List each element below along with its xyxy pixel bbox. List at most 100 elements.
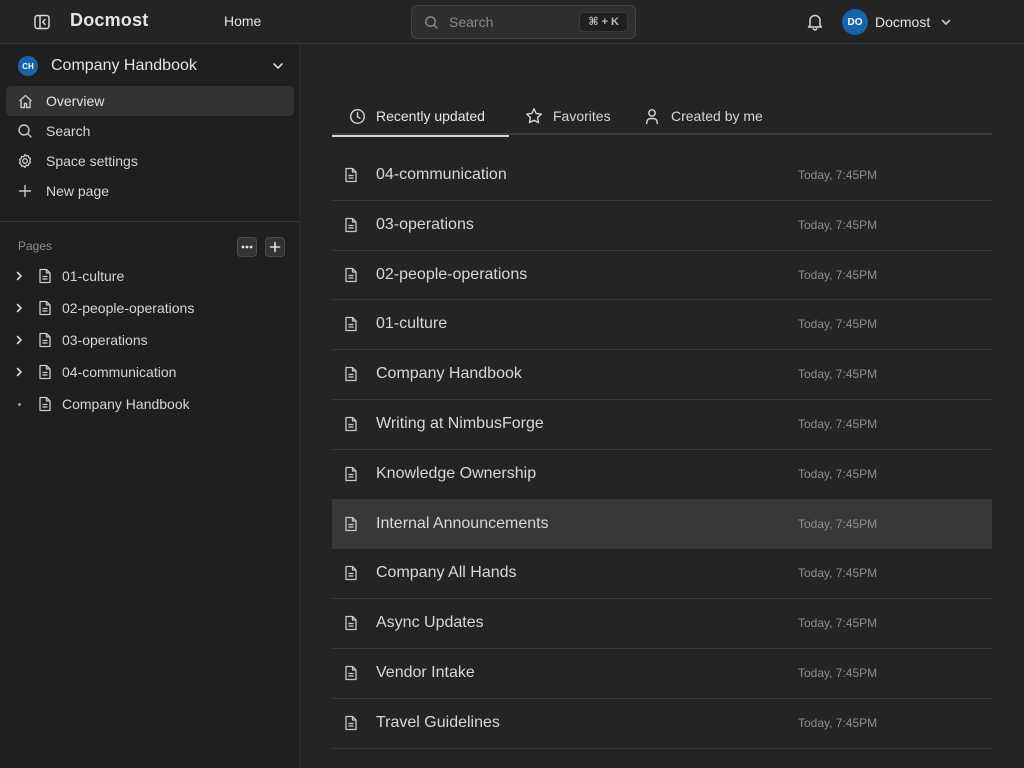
notifications-bell-icon[interactable] <box>806 12 824 31</box>
tree-item[interactable]: Company Handbook <box>10 388 295 420</box>
pages-more-button[interactable] <box>237 237 257 257</box>
search-icon <box>424 15 439 30</box>
page-updated-time: Today, 7:45PM <box>798 715 878 730</box>
tree-item-label: Company Handbook <box>62 396 190 412</box>
search-button[interactable]: Search ⌘ + K <box>411 5 636 39</box>
tree-item[interactable]: 04-communication <box>10 356 295 388</box>
page-updated-time: Today, 7:45PM <box>798 317 878 332</box>
document-icon <box>344 416 358 432</box>
tree-item-label: 04-communication <box>62 364 177 380</box>
gear-icon <box>16 152 34 170</box>
clock-icon <box>348 107 366 125</box>
page-row[interactable]: Async Updates Today, 7:45PM <box>332 599 992 649</box>
page-row[interactable]: Company All Hands Today, 7:45PM <box>332 549 992 600</box>
top-header: Docmost Home Search ⌘ + K DO Docmost <box>0 0 1024 44</box>
page-title: Knowledge Ownership <box>376 464 537 482</box>
page-title: Company All Hands <box>376 564 517 582</box>
page-title: 02-people-operations <box>376 265 528 283</box>
document-icon <box>344 665 358 681</box>
page-title: 03-operations <box>376 215 474 233</box>
plus-icon <box>16 182 34 200</box>
more-dots-icon <box>241 245 253 249</box>
chevron-right-icon[interactable] <box>10 363 28 381</box>
tree-item[interactable]: 01-culture <box>10 260 295 292</box>
plus-icon <box>269 241 281 253</box>
page-updated-time: Today, 7:45PM <box>798 566 878 581</box>
home-link[interactable]: Home <box>224 13 261 29</box>
nav-item-label: Overview <box>46 93 105 109</box>
nav-item-overview[interactable]: Overview <box>6 86 294 116</box>
page-updated-time: Today, 7:45PM <box>798 466 878 481</box>
page-row[interactable]: 01-culture Today, 7:45PM <box>332 300 992 351</box>
page-row[interactable]: Writing at NimbusForge Today, 7:45PM <box>332 400 992 450</box>
page-updated-time: Today, 7:45PM <box>798 616 878 631</box>
page-row[interactable]: Travel Guidelines Today, 7:45PM <box>332 699 992 749</box>
document-icon <box>344 565 358 581</box>
brand-logo[interactable]: Docmost <box>70 10 148 31</box>
space-switcher[interactable]: CH Company Handbook <box>18 54 288 78</box>
document-icon <box>344 316 358 332</box>
page-updated-time: Today, 7:45PM <box>798 367 878 382</box>
page-tree: 01-culture 02-people-operations 03-opera… <box>10 260 295 420</box>
space-nav: Overview Search Space settings New page <box>6 86 294 206</box>
pages-label: Pages <box>18 239 53 253</box>
document-icon <box>344 217 358 233</box>
document-icon <box>344 366 358 382</box>
leaf-dot-icon <box>10 395 28 413</box>
nav-item-label: New page <box>46 183 110 199</box>
page-updated-time: Today, 7:45PM <box>798 168 878 182</box>
page-title: Writing at NimbusForge <box>376 414 544 432</box>
user-menu[interactable]: DO Docmost <box>842 9 952 35</box>
tab-favorites[interactable]: Favorites <box>509 97 631 135</box>
document-icon <box>344 267 358 283</box>
chevron-right-icon[interactable] <box>10 299 28 317</box>
document-icon <box>344 466 358 482</box>
page-row[interactable]: Knowledge Ownership Today, 7:45PM <box>332 450 992 500</box>
tree-item[interactable]: 02-people-operations <box>10 292 295 324</box>
document-icon <box>344 516 358 532</box>
tab-created-by-me[interactable]: Created by me <box>631 97 779 135</box>
document-icon <box>36 331 54 349</box>
page-title: 01-culture <box>376 315 448 333</box>
sidebar-divider <box>0 221 300 222</box>
page-updated-time: Today, 7:45PM <box>798 416 878 431</box>
nav-item-label: Search <box>46 123 91 139</box>
chevron-right-icon[interactable] <box>10 267 28 285</box>
page-updated-time: Today, 7:45PM <box>798 217 878 232</box>
chevron-down-icon <box>940 16 952 28</box>
pages-section-header: Pages <box>18 237 286 257</box>
user-name: Docmost <box>875 14 931 30</box>
page-row[interactable]: 04-communication Today, 7:45PM <box>332 151 992 201</box>
page-updated-time: Today, 7:45PM <box>798 516 878 531</box>
page-row[interactable]: 03-operations Today, 7:45PM <box>332 201 992 251</box>
document-icon <box>36 395 54 413</box>
tree-item-label: 01-culture <box>62 268 125 284</box>
search-shortcut: ⌘ + K <box>579 12 628 32</box>
overview-tabs: Recently updated Favorites Created by me <box>332 97 992 137</box>
nav-item-new-page[interactable]: New page <box>6 176 294 206</box>
sidebar: CH Company Handbook Overview Search Spac… <box>0 45 300 768</box>
tab-label: Created by me <box>671 108 763 124</box>
search-placeholder: Search <box>449 14 494 30</box>
chevron-right-icon[interactable] <box>10 331 28 349</box>
document-icon <box>36 299 54 317</box>
sidebar-toggle-icon[interactable] <box>30 10 54 34</box>
nav-item-search[interactable]: Search <box>6 116 294 146</box>
page-row[interactable]: Company Handbook Today, 7:45PM <box>332 350 992 400</box>
search-icon <box>16 122 34 140</box>
page-row[interactable]: Vendor Intake Today, 7:45PM <box>332 649 992 699</box>
page-title: 04-communication <box>376 166 507 183</box>
main-content: Recently updated Favorites Created by me… <box>301 45 1024 768</box>
nav-item-space-settings[interactable]: Space settings <box>6 146 294 176</box>
page-row[interactable]: 02-people-operations Today, 7:45PM <box>332 251 992 301</box>
tree-item[interactable]: 03-operations <box>10 324 295 356</box>
add-page-button[interactable] <box>265 237 285 257</box>
tab-recently-updated[interactable]: Recently updated <box>332 97 509 137</box>
page-row[interactable]: Internal Announcements Today, 7:45PM <box>332 499 992 550</box>
page-updated-time: Today, 7:45PM <box>798 665 878 680</box>
document-icon <box>36 363 54 381</box>
chevron-down-icon <box>271 59 285 73</box>
space-avatar: CH <box>18 56 38 76</box>
page-title: Company Handbook <box>376 365 522 383</box>
home-icon <box>16 92 34 110</box>
